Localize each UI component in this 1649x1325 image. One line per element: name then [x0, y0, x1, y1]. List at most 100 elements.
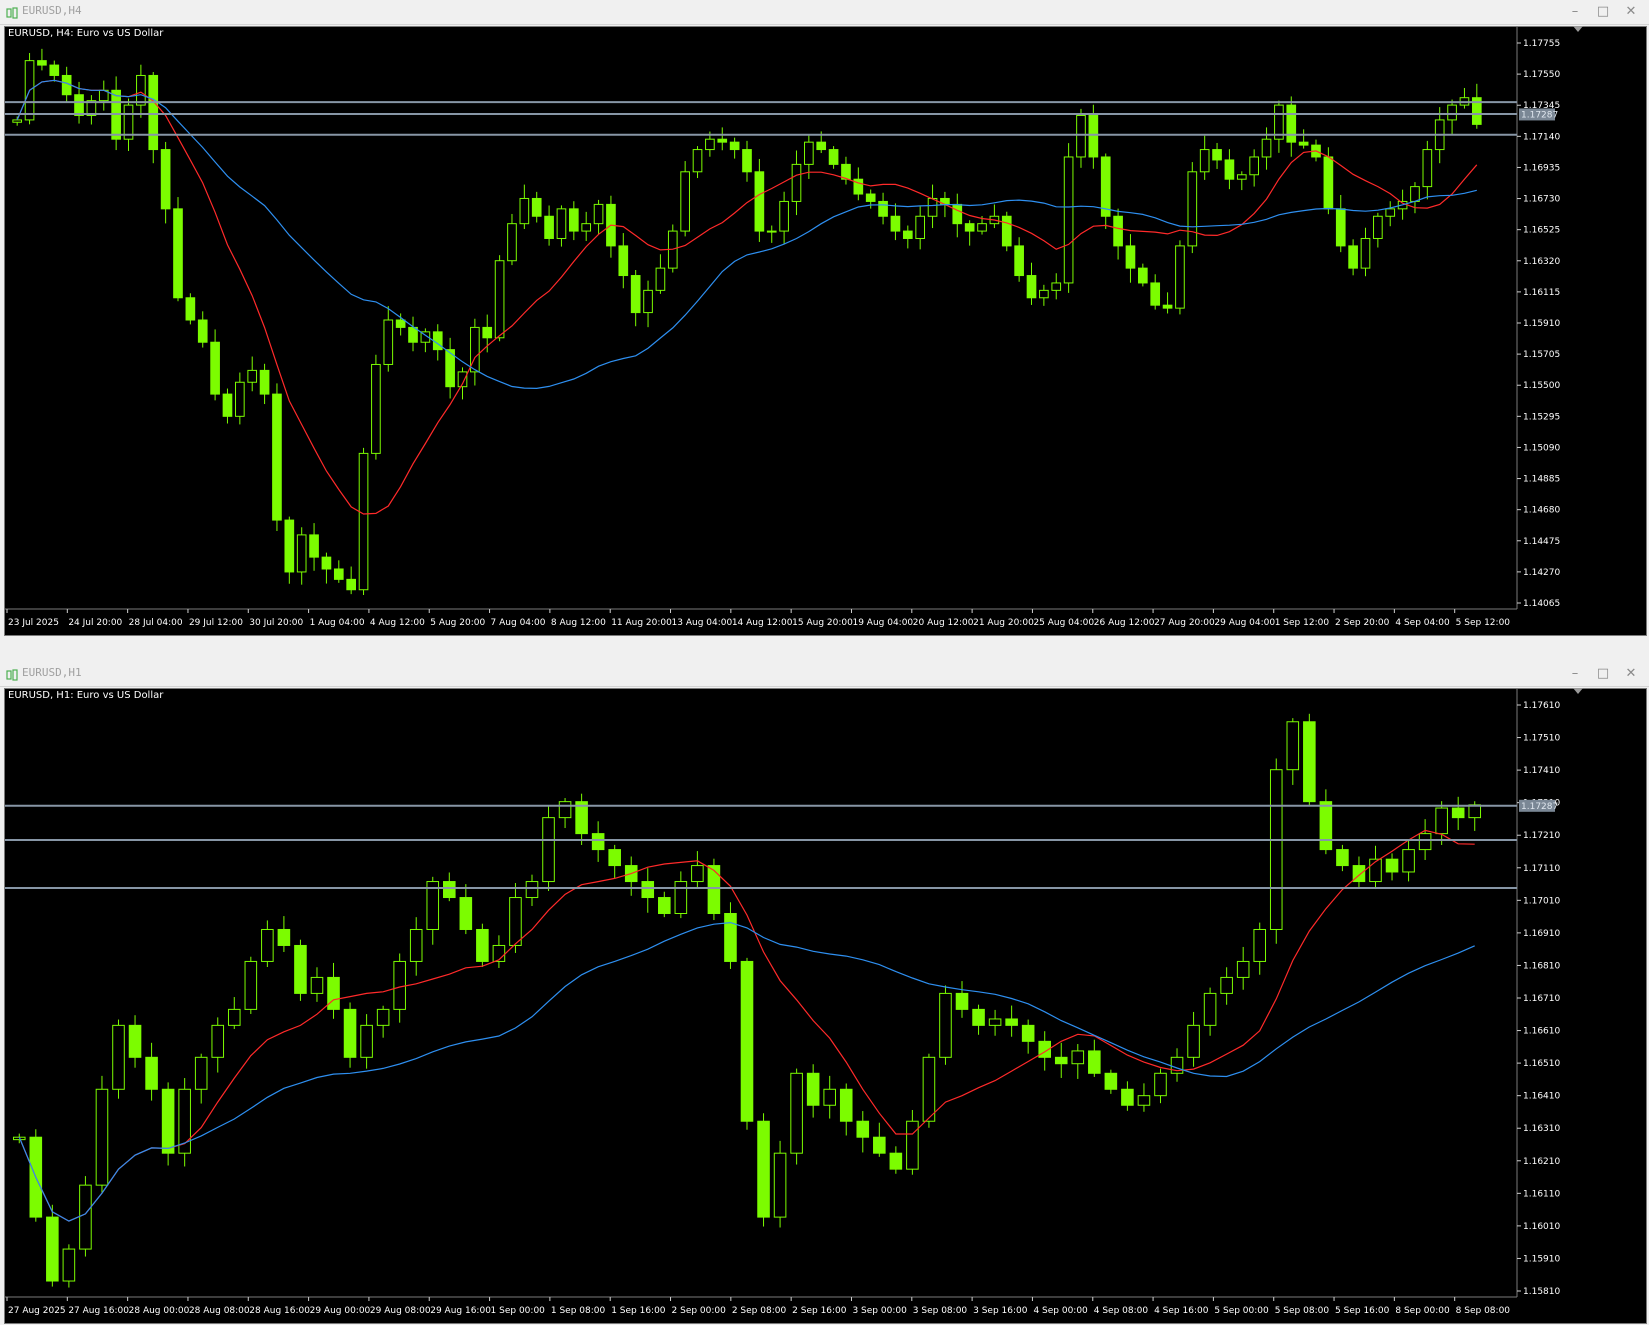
candle-body: [1418, 833, 1432, 851]
price-tick-label: 1.15810: [1523, 1287, 1560, 1297]
candle-body: [1336, 849, 1349, 867]
time-tick-label: 5 Sep 16:00: [1335, 1306, 1390, 1316]
price-tick-label: 1.16010: [1523, 1222, 1560, 1232]
candle-body: [346, 578, 356, 591]
price-chart-h4[interactable]: EURUSD, H4: Euro vs US Dollar 1.17755 1.1…: [4, 26, 1647, 636]
candle-body: [197, 319, 208, 343]
window-titlebar[interactable]: EURUSD,H1 – □ ✕: [0, 662, 1649, 687]
candle-body: [955, 992, 969, 1010]
time-tick-label: 27 Aug 16:00: [68, 1306, 129, 1316]
candle-body: [1224, 159, 1235, 180]
candle-body: [519, 197, 530, 225]
time-tick-label: 8 Sep 08:00: [1456, 1306, 1511, 1316]
chart-shift-marker[interactable]: [1573, 26, 1583, 32]
candle-body: [1021, 1024, 1035, 1042]
time-tick-label: 7 Aug 04:00: [491, 618, 546, 628]
minimize-button[interactable]: –: [1563, 2, 1587, 22]
candle-body: [1220, 976, 1233, 994]
candle-body: [284, 519, 295, 573]
time-tick-label: 28 Aug 00:00: [129, 1306, 190, 1316]
candle-body: [1410, 186, 1420, 202]
candle-body: [1039, 289, 1049, 299]
price-tick-label: 1.17755: [1523, 39, 1560, 49]
candle-body: [408, 326, 418, 343]
candle-body: [773, 1152, 787, 1218]
candle-body: [1269, 769, 1283, 930]
candle-body: [558, 801, 572, 819]
chart-shift-marker[interactable]: [1573, 688, 1583, 694]
candle-body: [95, 1088, 109, 1186]
price-tick-label: 1.16115: [1523, 288, 1560, 298]
candle-body: [1402, 849, 1415, 873]
window-titlebar[interactable]: EURUSD,H4 – □ ✕: [0, 0, 1649, 25]
time-tick-label: 3 Sep 00:00: [852, 1306, 907, 1316]
close-button[interactable]: ✕: [1619, 2, 1643, 22]
candle-body: [878, 200, 888, 217]
minimize-button[interactable]: –: [1563, 664, 1587, 684]
time-tick-label: 1 Sep 12:00: [1275, 618, 1330, 628]
candle-body: [655, 267, 666, 291]
time-tick-label: 25 Aug 04:00: [1033, 618, 1094, 628]
candle-body: [1150, 282, 1161, 306]
candle-body: [1298, 141, 1309, 146]
candle-body: [247, 369, 258, 383]
time-tick-label: 8 Aug 12:00: [551, 618, 606, 628]
candle-body: [62, 1248, 76, 1282]
window-title: EURUSD,H4: [22, 4, 82, 17]
candle-body: [1138, 267, 1148, 284]
candle-body: [964, 223, 975, 232]
time-tick-label: 29 Aug 04:00: [1214, 618, 1275, 628]
candle-body: [581, 223, 592, 232]
candle-body: [79, 1184, 92, 1250]
candle-body: [1385, 208, 1396, 217]
candle-body: [161, 1088, 175, 1154]
candle-body: [972, 1008, 985, 1026]
price-chart-h1[interactable]: EURUSD, H1: Euro vs US Dollar 1.17610 1.1…: [4, 688, 1647, 1324]
candle-body: [1051, 282, 1062, 291]
candle-body: [371, 363, 381, 454]
chart-window-h1[interactable]: EURUSD,H1 – □ ✕ EURUSD, H1: Euro vs US D…: [0, 662, 1649, 1325]
candle-body: [1005, 1018, 1018, 1026]
candle-body: [1137, 1095, 1151, 1106]
price-tick-label: 1.17550: [1523, 70, 1560, 80]
time-tick-label: 1 Aug 04:00: [310, 618, 365, 628]
candle-body: [643, 289, 653, 314]
candle-body: [766, 230, 777, 233]
minimize-icon: –: [1571, 666, 1579, 681]
price-tick-label: 1.15500: [1523, 381, 1560, 391]
candle-body: [757, 1120, 770, 1218]
time-tick-label: 4 Sep 00:00: [1033, 1306, 1088, 1316]
candle-body: [244, 960, 258, 1010]
candle-body: [630, 275, 641, 314]
candle-body: [459, 897, 473, 930]
candle-body: [1100, 156, 1111, 217]
time-tick-label: 3 Sep 16:00: [973, 1306, 1028, 1316]
close-icon: ✕: [1625, 666, 1637, 681]
time-tick-label: 4 Sep 16:00: [1154, 1306, 1209, 1316]
price-tick-label: 1.17410: [1523, 766, 1560, 776]
price-tick-label: 1.16810: [1523, 961, 1560, 971]
close-button[interactable]: ✕: [1619, 664, 1643, 684]
chart-window-h4[interactable]: EURUSD,H4 – □ ✕ EURUSD, H4: Euro vs US D…: [0, 0, 1649, 636]
chart-canvas[interactable]: 1.176101.175101.174101.173101.172101.171…: [5, 689, 1646, 1323]
candle-body: [779, 200, 789, 232]
chart-canvas[interactable]: 1.177551.175501.173451.171401.169351.167…: [5, 27, 1646, 635]
candle-body: [112, 1024, 125, 1090]
time-tick-label: 5 Sep 12:00: [1456, 618, 1511, 628]
time-tick-label: 28 Aug 08:00: [189, 1306, 250, 1316]
chart-title: EURUSD, H4: Euro vs US Dollar: [8, 28, 164, 39]
time-tick-label: 5 Aug 20:00: [430, 618, 485, 628]
candle-body: [804, 141, 814, 165]
price-tick-label: 1.17140: [1523, 132, 1560, 142]
maximize-button[interactable]: □: [1591, 664, 1615, 684]
candle-body: [591, 833, 605, 851]
chart-title: EURUSD, H1: Euro vs US Dollar: [8, 690, 164, 701]
candle-body: [1203, 992, 1217, 1026]
candle-body: [494, 260, 505, 339]
price-tick-label: 1.16910: [1523, 929, 1560, 939]
candle-body: [1319, 801, 1333, 851]
maximize-button[interactable]: □: [1591, 2, 1615, 22]
candle-body: [806, 1072, 820, 1106]
candle-body: [1303, 721, 1316, 803]
candle-body: [360, 1024, 373, 1058]
